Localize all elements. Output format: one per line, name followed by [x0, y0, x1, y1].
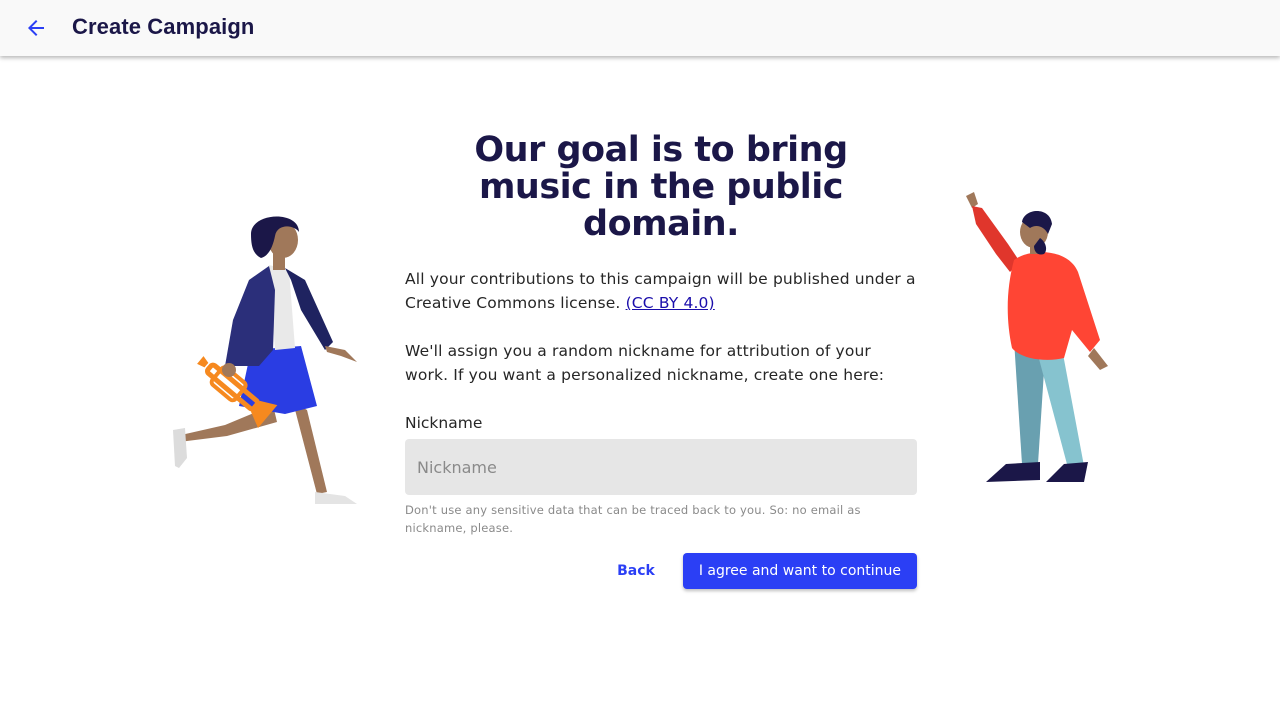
nickname-helper-text: Don't use any sensitive data that can be…	[405, 503, 861, 535]
agree-continue-button[interactable]: I agree and want to continue	[682, 553, 917, 589]
consent-panel: Our goal is to bring music in the public…	[405, 132, 917, 589]
license-notice: All your contributions to this campaign …	[405, 267, 917, 315]
action-bar: Back I agree and want to continue	[405, 553, 917, 589]
trumpet-player-illustration	[173, 216, 357, 504]
waving-man-illustration	[966, 192, 1108, 482]
arrow-left-icon[interactable]	[24, 16, 48, 40]
app-bar: Create Campaign	[0, 0, 1280, 56]
cc-license-link[interactable]: (CC BY 4.0)	[626, 294, 715, 312]
page-title: Create Campaign	[72, 14, 255, 39]
nickname-input[interactable]	[405, 439, 917, 495]
back-button[interactable]: Back	[601, 553, 671, 589]
nickname-info: We'll assign you a random nickname for a…	[405, 342, 885, 384]
headline: Our goal is to bring music in the public…	[474, 130, 848, 244]
nickname-label: Nickname	[405, 414, 483, 432]
